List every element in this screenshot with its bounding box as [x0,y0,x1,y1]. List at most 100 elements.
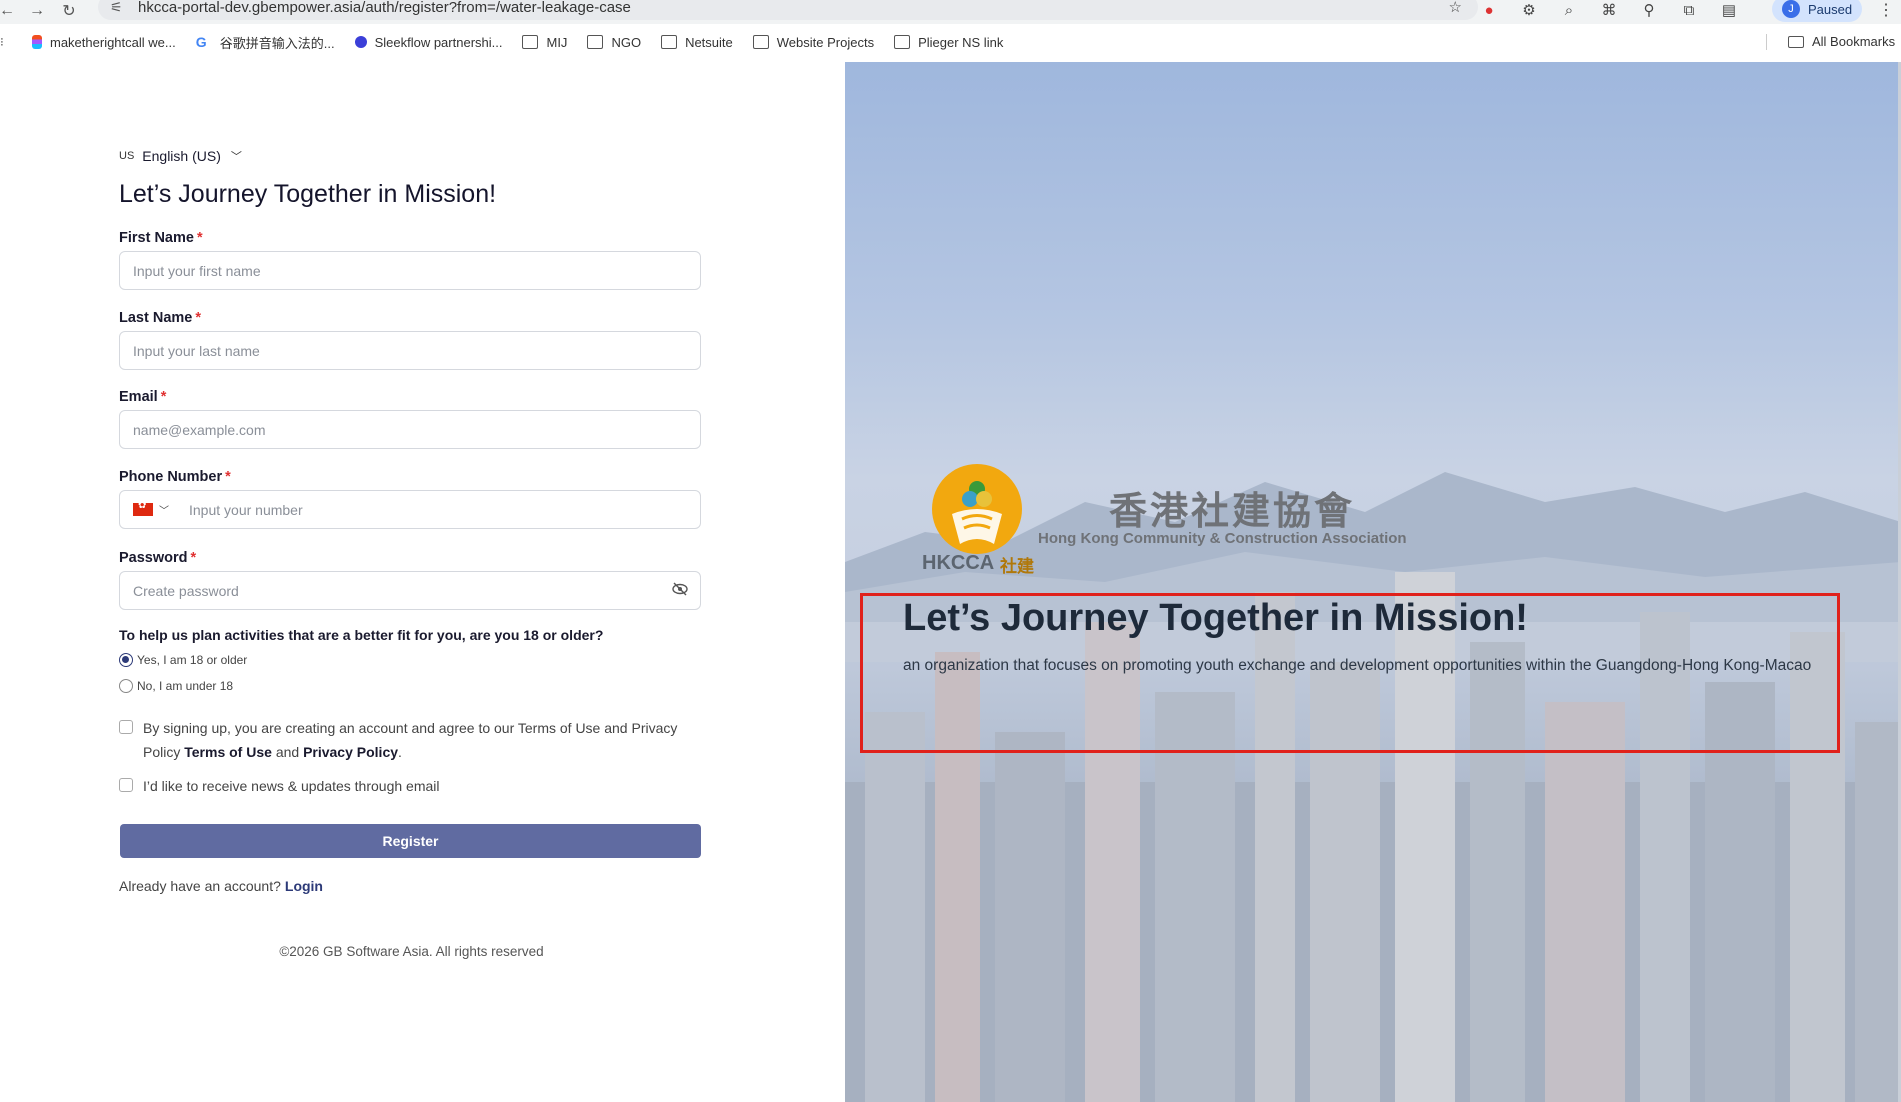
news-label: I’d like to receive news & updates throu… [143,778,440,794]
browser-menu-icon[interactable]: ⋮ [1878,0,1894,20]
eye-off-icon[interactable] [672,582,688,599]
bookmark-item[interactable]: maketherightcall we... [32,35,176,50]
terms-checkbox[interactable] [119,720,133,734]
bookmarks-bar: ⁝ maketherightcall we... G 谷歌拼音输入法的... S… [0,28,1901,56]
terms-text: By signing up, you are creating an accou… [143,716,679,764]
bookmark-label: 谷歌拼音输入法的... [219,35,335,51]
last-name-label: Last Name * [119,310,201,326]
bookmark-label: Website Projects [776,34,875,50]
language-selector[interactable]: US English (US) ﹀ [119,148,242,164]
folder-icon [894,35,911,49]
phone-label: Phone Number * [119,469,231,485]
extension-code-icon[interactable]: ⌘ [1600,2,1618,20]
label-text: Last Name [119,310,193,326]
extension-share-icon[interactable]: ⚲ [1640,2,1658,20]
placeholder-text: name@example.com [133,421,266,438]
folder-icon [522,35,539,49]
bookmark-label: NGO [611,34,642,50]
bookmark-label: Plieger NS link [918,34,1004,50]
required-mark: * [195,310,201,326]
bookmark-item[interactable]: Website Projects [752,34,875,50]
folder-icon [587,35,604,49]
label-text: Phone Number [119,469,223,485]
google-icon: G [195,34,207,50]
org-name-chinese: 香港社建協會 [1109,489,1356,533]
hero-title: Let’s Journey Together in Mission! [903,597,1528,639]
first-name-label: First Name * [119,230,203,246]
terms-link[interactable]: Terms of Use [184,744,272,760]
all-bookmarks-button[interactable]: All Bookmarks [1788,34,1895,49]
bookmark-item[interactable]: NGO [587,35,641,50]
country-code-select[interactable]: ﹀ [133,500,169,517]
chevron-down-icon: ﹀ [230,151,242,163]
reading-list-icon[interactable]: ▤ [1720,2,1738,20]
folder-icon [661,35,678,49]
news-checkbox[interactable] [119,778,133,792]
language-label: English (US) [142,148,221,164]
profile-status: Paused [1808,1,1853,17]
all-bookmarks-label: All Bookmarks [1812,34,1896,49]
placeholder-text: Input your last name [133,342,260,359]
bookmark-item[interactable]: Netsuite [661,35,733,50]
required-mark: * [196,230,203,246]
chevron-down-icon: ﹀ [159,506,169,517]
email-field[interactable]: name@example.com [119,410,701,449]
back-icon[interactable]: ← [0,0,18,22]
register-panel: US English (US) ﹀ Let’s Journey Together… [0,62,845,1102]
extensions-icon[interactable]: ⧉ [1680,2,1698,20]
age-yes-label: Yes, I am 18 or older [137,653,248,667]
label-text: Email [119,389,158,405]
placeholder-text: Input your number [189,501,303,518]
required-mark: * [190,550,197,566]
extensions-bar: ● ⚙ ⌕ ⌘ ⚲ ⧉ ▤ [1480,0,1738,22]
extension-search-icon[interactable]: ⌕ [1560,2,1578,20]
bookmarks-divider [1766,34,1767,50]
forward-icon[interactable]: → [26,0,48,22]
phone-input[interactable]: ﹀ Input your number [119,490,701,529]
age-yes-radio[interactable] [119,653,133,667]
terms-end: . [398,744,402,760]
site-info-icon[interactable]: ⚟ [110,0,128,16]
avatar: J [1782,0,1800,18]
bookmark-star-icon[interactable]: ☆ [1449,0,1462,16]
login-prompt: Already have an account? Login [119,878,323,894]
last-name-input[interactable]: Input your last name [119,331,701,370]
privacy-link[interactable]: Privacy Policy [303,744,398,760]
terms-consent: By signing up, you are creating an accou… [119,716,679,764]
age-yes-option[interactable]: Yes, I am 18 or older [119,653,247,667]
age-no-option[interactable]: No, I am under 18 [119,679,233,693]
folder-icon [752,35,769,49]
hong-kong-flag-icon [133,500,153,516]
address-bar[interactable]: ⚟ hkcca-portal-dev.gbempower.asia/auth/r… [98,0,1478,20]
placeholder-text: Input your first name [133,262,261,279]
bookmark-label: MIJ [546,34,568,50]
label-text: Password [119,550,188,566]
bookmark-item[interactable]: G 谷歌拼音输入法的... [196,33,335,52]
bookmark-label: Sleekflow partnershi... [374,34,503,50]
reload-icon[interactable]: ↻ [58,0,80,22]
figma-icon [32,35,42,49]
required-mark: * [160,389,167,405]
login-link[interactable]: Login [285,878,323,894]
page-title: Let’s Journey Together in Mission! [119,180,497,208]
extension-puzzle-icon[interactable]: ⚙ [1520,2,1538,20]
password-input[interactable]: Create password [119,571,701,610]
url-text: hkcca-portal-dev.gbempower.asia/auth/reg… [138,0,631,16]
apps-icon[interactable]: ⁝ [0,35,14,49]
bookmark-item[interactable]: Sleekflow partnershi... [354,34,503,50]
sleekflow-icon [354,36,367,48]
bookmark-item[interactable]: Plieger NS link [894,35,1003,50]
hkcca-emblem-icon [952,481,1002,544]
first-name-input[interactable]: Input your first name [119,251,701,290]
bookmark-label: Netsuite [685,34,733,50]
bookmark-item[interactable]: MIJ [522,35,567,50]
age-no-label: No, I am under 18 [137,679,234,693]
extension-red-icon[interactable]: ● [1480,2,1498,20]
hero-panel [845,62,1901,1102]
password-label: Password * [119,550,196,566]
required-mark: * [225,469,231,485]
age-no-radio[interactable] [119,679,133,693]
register-button[interactable]: Register [120,824,701,858]
age-question: To help us plan activities that are a be… [119,627,604,643]
profile-button[interactable]: J Paused [1772,0,1862,22]
